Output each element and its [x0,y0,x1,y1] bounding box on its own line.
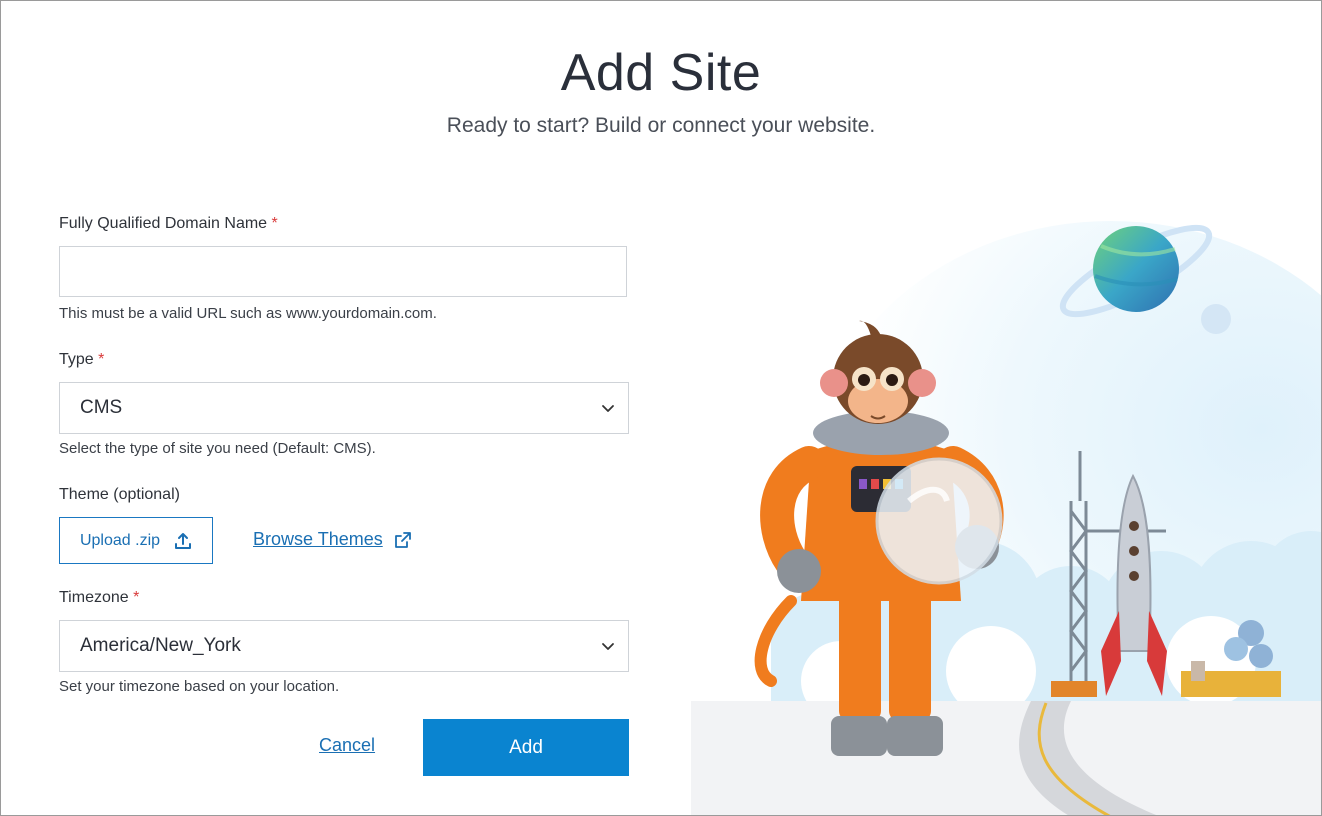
required-mark: * [133,589,140,606]
page-subtitle: Ready to start? Build or connect your we… [446,114,876,137]
browse-themes-label: Browse Themes [253,529,383,549]
domain-help: This must be a valid URL such as www.you… [59,305,437,322]
domain-label-text: Fully Qualified Domain Name [59,215,268,232]
browse-themes-link[interactable]: Browse Themes [253,529,413,550]
required-mark: * [98,351,105,368]
tower-base [1051,681,1097,697]
type-select[interactable]: CMS [59,382,629,434]
type-label: Type * [59,351,104,369]
domain-label: Fully Qualified Domain Name * [59,215,278,233]
ground [691,701,1321,815]
domain-input[interactable] [59,246,627,297]
timezone-select-value: America/New_York [80,635,241,656]
theme-label: Theme (optional) [59,486,180,503]
timezone-label: Timezone * [59,589,139,607]
page-title: Add Site [560,44,762,102]
type-select-value: CMS [80,397,123,418]
upload-icon [175,532,192,549]
external-link-icon [394,531,411,548]
chevron-down-icon [602,643,614,650]
timezone-help: Set your timezone based on your location… [59,678,340,695]
timezone-select[interactable]: America/New_York [59,620,629,672]
add-site-page: Add Site Ready to start? Build or connec… [0,0,1322,816]
required-mark: * [271,215,278,232]
astronaut-monkey-illustration [691,221,1321,815]
upload-zip-button[interactable]: Upload .zip [59,517,213,564]
type-help: Select the type of site you need (Defaul… [59,440,376,457]
upload-zip-label: Upload .zip [79,531,161,549]
timezone-label-text: Timezone [59,589,129,606]
add-button[interactable]: Add [423,719,629,776]
chevron-down-icon [602,405,614,412]
cancel-link[interactable]: Cancel [319,735,375,756]
type-label-text: Type [59,351,94,368]
